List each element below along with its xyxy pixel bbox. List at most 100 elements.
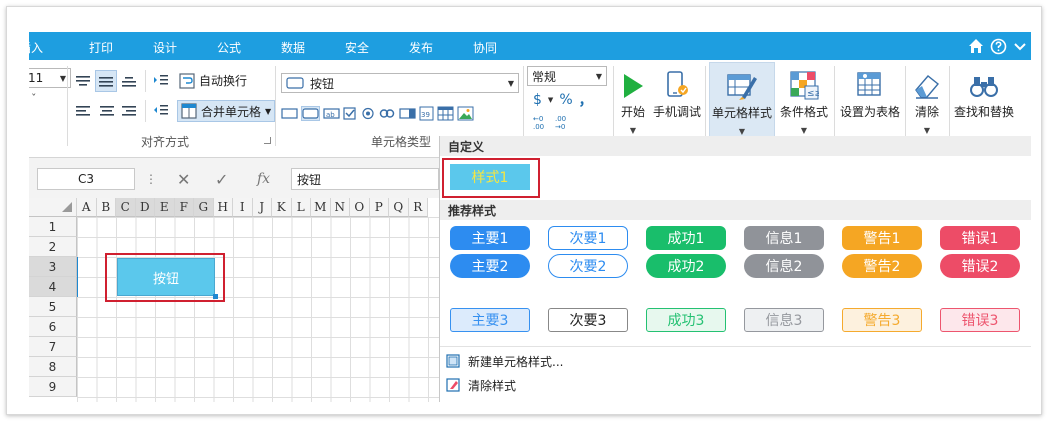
set-as-table-button[interactable]: 设置为表格 (838, 66, 902, 120)
align-top-icon[interactable] (75, 74, 91, 91)
style-error-1[interactable]: 错误1 (940, 226, 1020, 250)
style-success-3[interactable]: 成功3 (646, 308, 726, 332)
clear-button[interactable]: 清除 ▼ (909, 66, 945, 135)
column-header-k[interactable]: K (272, 198, 292, 217)
checkbox-type-icon[interactable] (343, 107, 358, 120)
merge-cells-button[interactable]: 合并单元格 ▼ (177, 100, 276, 122)
style-error-3[interactable]: 错误3 (940, 308, 1020, 332)
cancel-icon[interactable]: ✕ (177, 168, 190, 190)
style-warning-1[interactable]: 警告1 (842, 226, 922, 250)
style-info-2[interactable]: 信息2 (744, 254, 824, 278)
function-icon[interactable]: fx (257, 168, 270, 190)
outdent-icon[interactable] (153, 103, 169, 122)
row-header-9[interactable]: 9 (29, 377, 77, 397)
label-type-icon[interactable]: ab (323, 107, 340, 120)
row-header-7[interactable]: 7 (29, 337, 77, 357)
row-header-8[interactable]: 8 (29, 357, 77, 377)
column-header-m[interactable]: M (311, 198, 331, 217)
mobile-debug-button[interactable]: 手机调试 (651, 66, 703, 120)
button-type-icon[interactable] (301, 106, 320, 121)
column-header-q[interactable]: Q (389, 198, 409, 217)
clear-style-item[interactable]: 清除样式 (446, 376, 516, 394)
column-header-j[interactable]: J (252, 198, 272, 217)
column-header-f[interactable]: F (174, 198, 194, 217)
column-header-o[interactable]: O (350, 198, 370, 217)
row-header-5[interactable]: 5 (29, 297, 77, 317)
menu-security[interactable]: 安全 (345, 39, 369, 56)
align-left-icon[interactable] (75, 104, 91, 121)
select-all-corner[interactable] (29, 198, 77, 217)
menu-formula[interactable]: 公式 (217, 39, 241, 56)
conditional-format-button[interactable]: ≤≥ 条件格式 ▼ (775, 66, 833, 135)
formula-input[interactable]: 按钮 (291, 168, 439, 190)
fill-handle[interactable] (213, 294, 218, 299)
row-header-2[interactable]: 2 (29, 237, 77, 257)
more-icon[interactable]: ⋮ (145, 168, 157, 190)
style-success-1[interactable]: 成功1 (646, 226, 726, 250)
grid-cells[interactable] (77, 217, 439, 402)
style-error-2[interactable]: 错误2 (940, 254, 1020, 278)
increase-decimal-icon[interactable]: ←0.00 (533, 114, 549, 130)
row-header-4[interactable]: 4 (29, 277, 77, 297)
calendar-type-icon[interactable] (437, 106, 454, 121)
find-replace-button[interactable]: 查找和替换 (951, 66, 1017, 120)
style-success-2[interactable]: 成功2 (646, 254, 726, 278)
column-header-b[interactable]: B (96, 198, 116, 217)
style-primary-3[interactable]: 主要3 (450, 308, 530, 332)
hyperlink-type-icon[interactable] (379, 107, 396, 120)
column-header-h[interactable]: H (213, 198, 233, 217)
percent-button[interactable]: % (559, 92, 572, 108)
style-info-3[interactable]: 信息3 (744, 308, 824, 332)
currency-button[interactable]: $ (533, 92, 542, 108)
row-header-6[interactable]: 6 (29, 317, 77, 337)
home-icon[interactable] (968, 38, 984, 54)
menu-insert[interactable]: 插入 (29, 39, 43, 56)
help-icon[interactable] (990, 38, 1007, 55)
column-header-r[interactable]: R (408, 198, 428, 217)
menu-publish[interactable]: 发布 (409, 39, 433, 56)
decrease-decimal-icon[interactable]: .00→0 (555, 114, 571, 130)
align-bottom-icon[interactable] (121, 74, 137, 91)
textbox-type-icon[interactable] (281, 107, 298, 120)
menu-print[interactable]: 打印 (89, 39, 113, 56)
image-type-icon[interactable] (457, 106, 474, 121)
column-header-e[interactable]: E (155, 198, 175, 217)
style-warning-2[interactable]: 警告2 (842, 254, 922, 278)
decrease-indent-icon[interactable]: ˇ (31, 92, 37, 105)
cell-type-combo[interactable]: 按钮 ▼ (281, 73, 519, 93)
column-header-p[interactable]: P (369, 198, 389, 217)
column-header-l[interactable]: L (291, 198, 311, 217)
style-info-1[interactable]: 信息1 (744, 226, 824, 250)
row-header-3[interactable]: 3 (29, 257, 77, 277)
align-right-icon[interactable] (121, 104, 137, 121)
radio-type-icon[interactable] (361, 107, 376, 120)
column-header-d[interactable]: D (135, 198, 155, 217)
column-header-g[interactable]: G (194, 198, 214, 217)
combobox-type-icon[interactable] (399, 107, 416, 120)
style-secondary-2[interactable]: 次要2 (548, 254, 628, 278)
new-cell-style-item[interactable]: 新建单元格样式... (446, 352, 563, 370)
row-header-1[interactable]: 1 (29, 217, 77, 237)
column-header-i[interactable]: I (233, 198, 253, 217)
menu-data[interactable]: 数据 (281, 39, 305, 56)
font-size-combo[interactable]: 11 ▼ (29, 68, 71, 88)
column-header-c[interactable]: C (116, 198, 136, 217)
menu-design[interactable]: 设计 (153, 39, 177, 56)
name-box[interactable]: C3 (37, 168, 135, 190)
style-primary-2[interactable]: 主要2 (450, 254, 530, 278)
column-header-a[interactable]: A (77, 198, 97, 217)
indent-icon[interactable] (153, 73, 169, 92)
column-header-n[interactable]: N (330, 198, 350, 217)
barcode-type-icon[interactable]: 39 (419, 106, 434, 121)
chevron-down-icon[interactable] (1013, 39, 1027, 53)
style-warning-3[interactable]: 警告3 (842, 308, 922, 332)
wrap-text-button[interactable]: 自动换行 (179, 72, 247, 89)
number-format-combo[interactable]: 常规 ▼ (527, 66, 607, 86)
style-primary-1[interactable]: 主要1 (450, 226, 530, 250)
style-secondary-1[interactable]: 次要1 (548, 226, 628, 250)
style-secondary-3[interactable]: 次要3 (548, 308, 628, 332)
start-button[interactable]: 开始 ▼ (617, 66, 649, 135)
comma-button[interactable]: ， (579, 90, 593, 110)
align-middle-button[interactable] (95, 70, 117, 92)
confirm-icon[interactable]: ✓ (215, 168, 228, 190)
